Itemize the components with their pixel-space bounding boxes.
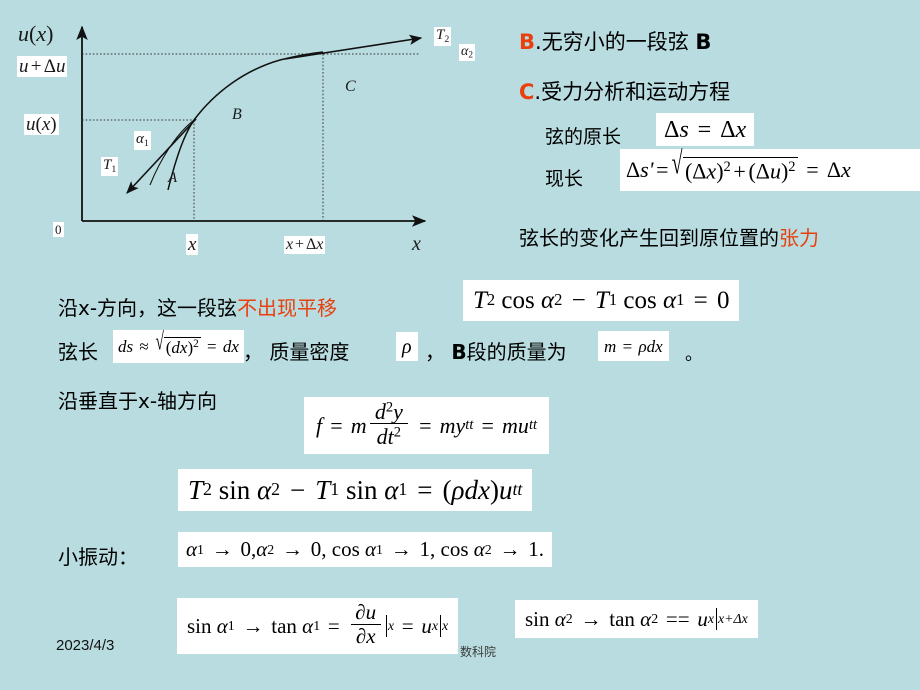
x-tick-right-label: x + Δx	[284, 236, 326, 254]
tension-t2-label: T2	[434, 27, 452, 46]
y-tick-lower-label: u(x)	[24, 114, 59, 135]
limit-formula-left: sin α1 → tan α1 = ∂u ∂x x = uxx	[177, 598, 459, 654]
slide-date: 2023/4/3	[56, 637, 115, 654]
current-length-label: 现长	[545, 164, 583, 191]
y-tick-upper-label: u + Δu	[17, 56, 68, 77]
small-vibration-formula: α1 → 0, α2 → 0, cos α1 → 1, cos α2 → 1.	[178, 532, 552, 567]
wave-equation-formula: T2 sin α2 − T1 sin α1 = (ρdx) u tt	[178, 469, 533, 511]
newton-force-formula: f = m d2y dt2 = my tt = mu tt	[304, 397, 550, 454]
perpendicular-text: 沿垂直于x-轴方向	[58, 389, 218, 413]
limit-formula-right: sin α2 → tan α2 == u x x+Δx	[515, 600, 758, 638]
point-a-label: A	[168, 170, 178, 186]
x-tick-left-label: x	[186, 234, 199, 255]
y-axis-label: u(x)	[18, 21, 54, 46]
original-length-formula: Δs = Δx	[656, 113, 755, 146]
slide-canvas: u(x) u + Δu u(x) 0 x x + Δx x T1 T2 α1 α…	[0, 0, 920, 690]
segment-mass-text: 段的质量为	[466, 340, 567, 364]
section-c-heading: C.受力分析和运动方程	[519, 76, 730, 106]
rho-symbol-box: ρ	[396, 332, 418, 361]
original-length-label: 弦的原长	[545, 122, 621, 149]
point-b-label: B	[232, 106, 242, 123]
x-balance-equation: T2 cos α2 − T1 cos α1 = 0	[463, 280, 740, 321]
section-b-marker: B	[519, 30, 536, 54]
mass-comma-1: ，	[243, 340, 263, 364]
small-vibration-label: 小振动：	[58, 541, 138, 570]
angle-alpha2-label: α2	[459, 44, 475, 61]
current-length-text: 现长	[545, 168, 584, 190]
tension-t1-label: T1	[101, 157, 119, 176]
diagram-svg	[76, 25, 427, 227]
tension-note: 弦长的变化产生回到原位置的张力	[519, 222, 819, 251]
chord-length-text: 弦长	[58, 340, 98, 364]
section-b-heading: B.无穷小的一段弦 B	[519, 26, 711, 56]
x-direction-prefix: 沿x-方向，这一段弦	[58, 296, 238, 320]
segment-mass-formula: m = ρdx	[598, 331, 669, 361]
x-direction-text: 沿x-方向，这一段弦不出现平移	[58, 292, 337, 321]
segment-mass-label: ， B段的质量为	[425, 336, 567, 365]
mass-comma-2: ，	[425, 340, 445, 364]
angle-alpha1-label: α1	[134, 131, 151, 150]
perpendicular-label: 沿垂直于x-轴方向	[58, 385, 217, 414]
section-b-dot: .	[535, 30, 542, 54]
origin-label: 0	[53, 222, 64, 237]
section-c-title: 受力分析和运动方程	[541, 80, 731, 104]
section-c-marker: C	[519, 80, 535, 104]
chord-length-formula: ds ≈ √ (dx)2 = dx	[113, 330, 244, 363]
point-c-label: C	[345, 78, 356, 95]
current-length-formula: Δs' = √ (Δx)2 + (Δu)2 = Δx	[620, 147, 920, 191]
small-vibration-text: 小振动：	[58, 545, 138, 569]
segment-mass-marker: B	[451, 340, 467, 364]
original-length-text: 弦的原长	[545, 126, 622, 148]
section-b-suffix: B	[695, 30, 712, 54]
chord-length-label: 弦长	[58, 336, 98, 365]
mass-density-label: ， 质量密度	[243, 336, 349, 365]
section-b-title: 无穷小的一段弦	[541, 30, 689, 54]
tension-note-prefix: 弦长的变化产生回到原位置的	[519, 226, 779, 250]
mass-row-period: 。	[685, 340, 703, 366]
mass-density-text: 质量密度	[269, 340, 350, 364]
x-axis-label: x	[412, 233, 421, 255]
tension-note-highlight: 张力	[779, 226, 819, 250]
mass-period-text: 。	[685, 344, 703, 365]
string-element-diagram: u(x) u + Δu u(x) 0 x x + Δx x T1 T2 α1 α…	[0, 0, 475, 265]
x-direction-highlight: 不出现平移	[237, 296, 338, 320]
slide-watermark: 数科院	[460, 645, 497, 659]
